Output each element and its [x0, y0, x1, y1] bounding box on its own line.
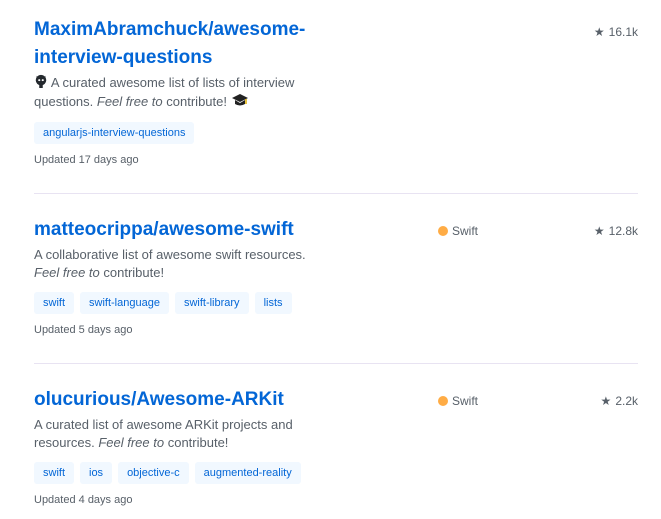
topic-tag[interactable]: objective-c [118, 462, 189, 484]
star-count-value: 12.8k [608, 224, 638, 238]
updated-timestamp: Updated 5 days ago [34, 324, 133, 336]
repo-language: Swift [438, 394, 478, 408]
description-text: A curated list of awesome ARKit projects… [34, 417, 293, 450]
star-count[interactable]: ★ 2.2k [601, 394, 638, 408]
repo-description: A curated list of awesome ARKit projects… [34, 416, 324, 452]
divider [34, 363, 638, 364]
repo-item: olucurious/Awesome-ARKit Swift ★ 2.2k A c… [34, 386, 638, 506]
star-count[interactable]: ★ 16.1k [594, 25, 638, 39]
repo-title-link[interactable]: olucurious/Awesome-ARKit [34, 386, 374, 414]
star-icon: ★ [593, 25, 605, 39]
repo-item: matteocrippa/awesome-swift Swift ★ 12.8k … [34, 216, 638, 336]
topic-tag[interactable]: augmented-reality [194, 462, 301, 484]
description-emphasis: Feel free to [96, 94, 163, 110]
topic-tag[interactable]: swift [34, 292, 74, 314]
divider [34, 193, 638, 194]
topic-list: swift ios objective-c augmented-reality [34, 462, 638, 484]
topic-tag[interactable]: angularjs-interview-questions [34, 122, 195, 145]
repo-description: A curated awesome list of lists of inter… [34, 74, 324, 112]
language-color-dot [438, 396, 448, 406]
description-emphasis: Feel free to [98, 435, 165, 450]
description-text: A curated awesome list of lists of inter… [34, 75, 295, 110]
topic-tag[interactable]: lists [254, 292, 292, 314]
repo-title-link[interactable]: matteocrippa/awesome-swift [34, 216, 374, 244]
updated-timestamp: Updated 17 days ago [34, 154, 139, 167]
updated-timestamp: Updated 4 days ago [34, 494, 133, 506]
repo-description: A collaborative list of awesome swift re… [34, 246, 324, 282]
description-emphasis: Feel free to [34, 265, 100, 280]
star-icon: ★ [593, 224, 605, 238]
repo-item: MaximAbramchuck/awesome-interview-questi… [34, 16, 638, 166]
star-count-value: 2.2k [615, 394, 638, 408]
topic-tag[interactable]: swift-language [80, 292, 169, 314]
topic-tag[interactable]: swift-library [174, 292, 249, 314]
language-label: Swift [452, 224, 479, 238]
description-tail: contribute! [166, 94, 227, 110]
topic-list: swift swift-language swift-library lists [34, 292, 638, 314]
topic-list: angularjs-interview-questions [34, 122, 638, 145]
description-tail: contribute! [167, 435, 229, 450]
language-color-dot [438, 226, 448, 236]
repo-language: Swift [438, 224, 478, 238]
star-icon: ★ [600, 394, 612, 408]
star-count-value: 16.1k [608, 25, 638, 39]
topic-tag[interactable]: ios [80, 462, 113, 484]
graduation-cap-icon [231, 93, 249, 112]
octocat-icon [34, 74, 48, 93]
description-text: A collaborative list of awesome swift re… [34, 247, 306, 262]
star-count[interactable]: ★ 12.8k [594, 224, 638, 238]
description-tail: contribute! [103, 265, 165, 280]
language-label: Swift [452, 394, 479, 408]
repo-title-link[interactable]: MaximAbramchuck/awesome-interview-questi… [34, 16, 374, 72]
topic-tag[interactable]: swift [34, 462, 74, 484]
